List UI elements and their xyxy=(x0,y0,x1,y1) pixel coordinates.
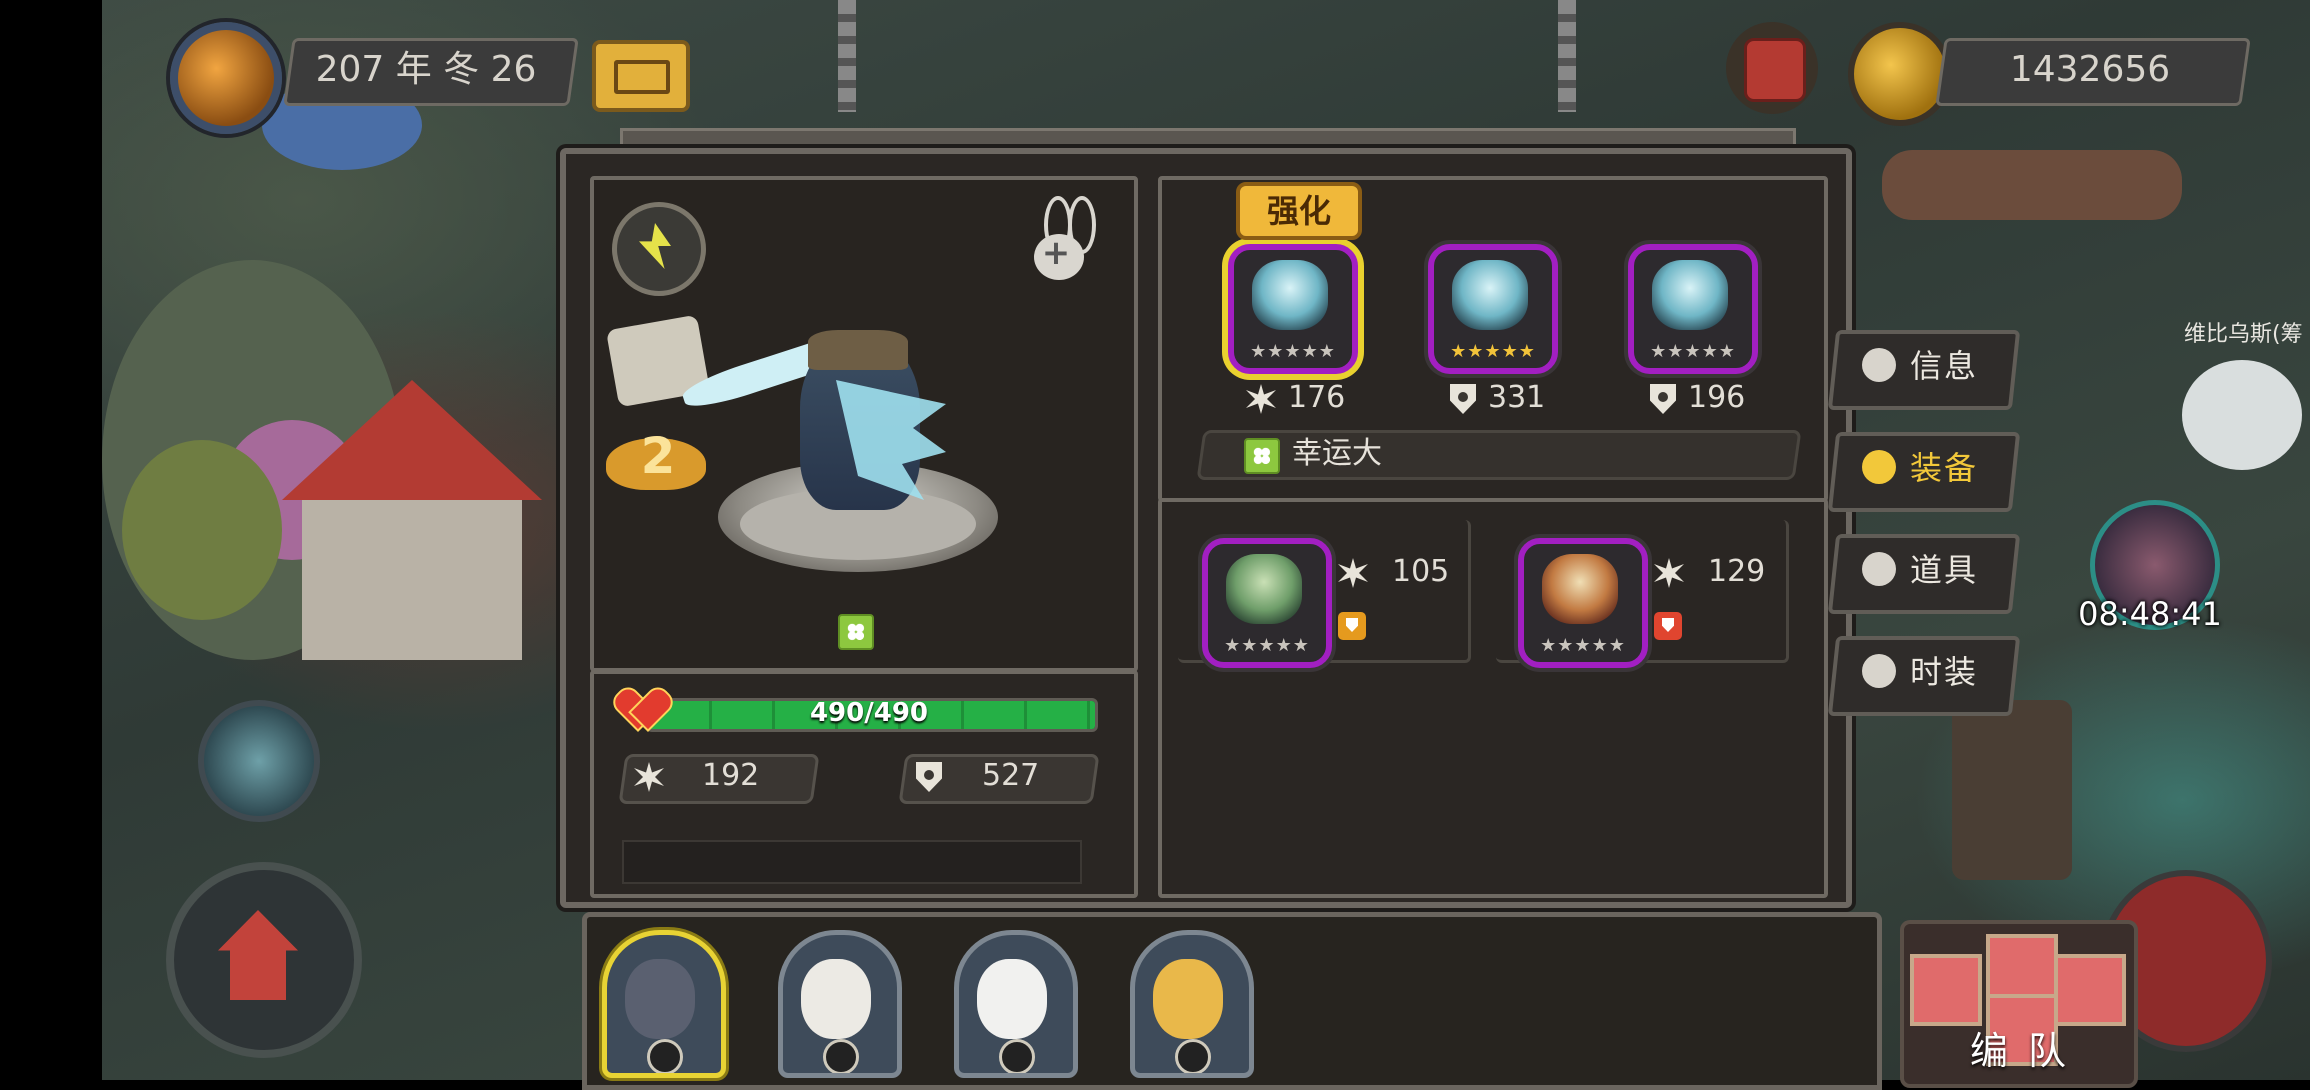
hanging-chain-left xyxy=(838,0,856,112)
attack-value: 192 xyxy=(702,758,760,793)
tab-items-label: 道具 xyxy=(1910,551,1979,589)
class-mark-icon xyxy=(999,1039,1035,1073)
accessory-2-type-badge xyxy=(1654,612,1682,640)
hanging-chain-right xyxy=(1558,0,1576,112)
home-button[interactable] xyxy=(166,862,362,1058)
luck-trait-icon xyxy=(1244,438,1280,474)
sun-badge-icon xyxy=(1662,618,1674,632)
panel-hanger-bar xyxy=(620,128,1796,148)
season-moon-icon[interactable] xyxy=(170,22,282,134)
backpack-button[interactable] xyxy=(1726,22,1818,114)
hero-portrait-leopard[interactable] xyxy=(1130,930,1254,1078)
gold-amount: 1432656 xyxy=(2009,49,2171,90)
robe-item-icon xyxy=(1542,554,1618,624)
world-map-button[interactable] xyxy=(198,700,320,822)
item-stars: ★★★★★ xyxy=(1250,341,1336,362)
calendar-icon xyxy=(614,60,670,94)
trait-label: 幸运大 xyxy=(1292,436,1382,471)
item-stars: ★★★★★ xyxy=(1224,635,1310,656)
clover-icon xyxy=(846,622,866,642)
bear-face xyxy=(977,959,1047,1039)
item-stars: ★★★★★ xyxy=(1540,635,1626,656)
hero-portrait-wolf[interactable] xyxy=(602,930,726,1078)
hp-value: 490/490 xyxy=(809,698,929,728)
team-member-icon xyxy=(2054,954,2126,1026)
team-member-icon xyxy=(1910,954,1982,1026)
equip-slot-armor[interactable]: ★★★★★ xyxy=(1428,244,1558,374)
helmet-icon xyxy=(1862,450,1896,484)
shirt-icon xyxy=(1862,654,1896,688)
hero-rank: 2 xyxy=(640,427,676,485)
house-icon xyxy=(218,910,298,1000)
fallen-log xyxy=(1882,150,2182,220)
lightning-class-icon[interactable] xyxy=(612,202,706,296)
trait-row[interactable] xyxy=(1196,430,1802,480)
leopard-face xyxy=(1153,959,1223,1039)
gauntlet-defense-value: 196 xyxy=(1688,380,1746,415)
hero-hat xyxy=(808,330,908,370)
class-mark-icon xyxy=(647,1039,683,1073)
defense-value: 527 xyxy=(982,758,1040,793)
armor-defense-value: 331 xyxy=(1488,380,1546,415)
gauntlet-item-icon xyxy=(1652,260,1728,330)
calendar-button[interactable] xyxy=(592,40,690,112)
tab-costume-label: 时装 xyxy=(1910,653,1979,691)
class-mark-icon xyxy=(1175,1039,1211,1073)
green-cloak-item-icon xyxy=(1226,554,1302,624)
stats-bottom-strip xyxy=(622,840,1082,884)
enhance-button[interactable]: 强化 xyxy=(1236,182,1362,240)
game-date: 207 年 冬 26 xyxy=(315,49,537,90)
accessory-slot-1[interactable]: ★★★★★ xyxy=(1202,538,1332,668)
lightning-sword-icon xyxy=(639,223,671,269)
event-timer: 08:48:41 xyxy=(2078,595,2222,633)
tab-info-label: 信息 xyxy=(1910,347,1979,385)
accessory-2-attack-value: 129 xyxy=(1708,554,1766,589)
eagle-face xyxy=(801,959,871,1039)
item-stars: ★★★★★ xyxy=(1450,341,1536,362)
shield-badge-icon xyxy=(1346,618,1358,632)
accessory-1-type-badge xyxy=(1338,612,1366,640)
accessory-1-attack-value: 105 xyxy=(1392,554,1450,589)
clover-icon xyxy=(1252,446,1272,466)
wolf-face xyxy=(625,959,695,1039)
white-dragon-npc[interactable] xyxy=(2182,360,2302,470)
accessory-slot-2[interactable]: ★★★★★ xyxy=(1518,538,1648,668)
weapon-attack-value: 176 xyxy=(1288,380,1346,415)
watchtower xyxy=(1952,700,2072,880)
backpack-icon xyxy=(1744,38,1806,102)
hero-portrait-eagle[interactable] xyxy=(778,930,902,1078)
equip-slot-weapon[interactable]: ★★★★★ xyxy=(1228,244,1358,374)
npc-name-label: 维比乌斯(筹 xyxy=(2184,322,2303,347)
hero-portrait-polar-bear[interactable] xyxy=(954,930,1078,1078)
plus-icon: + xyxy=(1041,233,1071,273)
info-icon xyxy=(1862,348,1896,382)
luck-trait-icon[interactable] xyxy=(838,614,874,650)
item-stars: ★★★★★ xyxy=(1650,341,1736,362)
potion-icon xyxy=(1862,552,1896,586)
class-mark-icon xyxy=(823,1039,859,1073)
equip-slot-gauntlet[interactable]: ★★★★★ xyxy=(1628,244,1758,374)
gold-coin-icon xyxy=(1848,22,1952,126)
team-formation-label: 编 队 xyxy=(1969,1029,2071,1073)
green-tree xyxy=(122,440,282,620)
weapon-item-icon xyxy=(1252,260,1328,330)
armor-item-icon xyxy=(1452,260,1528,330)
tab-equipment-label: 装备 xyxy=(1910,449,1979,487)
